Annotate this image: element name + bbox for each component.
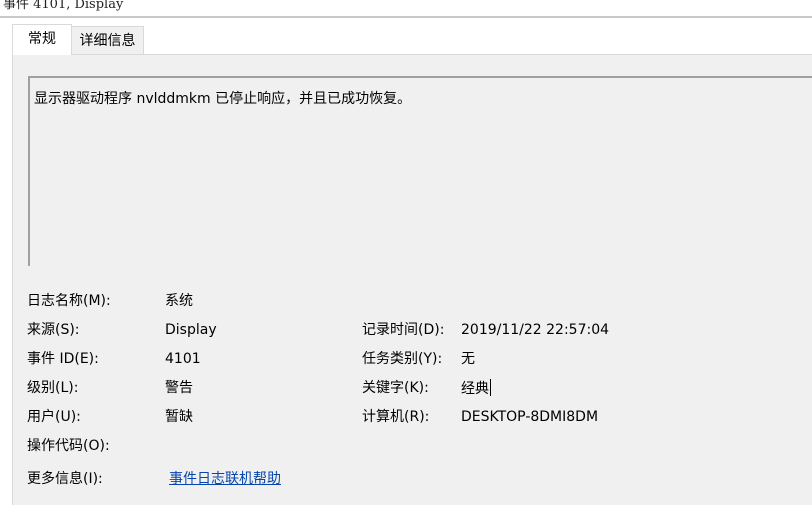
logged-label: 记录时间(D): bbox=[362, 322, 445, 338]
window-title: 事件 4101, Display bbox=[3, 0, 124, 12]
user-label: 用户(U): bbox=[27, 409, 81, 425]
more-info-label: 更多信息(I): bbox=[27, 471, 103, 487]
level-label: 级别(L): bbox=[27, 380, 79, 396]
description-box[interactable]: 显示器驱动程序 nvlddmkm 已停止响应，并且已成功恢复。 bbox=[28, 76, 812, 266]
user-value: 暂缺 bbox=[165, 409, 193, 425]
task-category-value: 无 bbox=[461, 351, 475, 367]
logged-value: 2019/11/22 22:57:04 bbox=[461, 322, 610, 338]
event-id-label: 事件 ID(E): bbox=[27, 351, 99, 367]
source-value: Display bbox=[165, 322, 217, 338]
opcode-label: 操作代码(O): bbox=[27, 438, 110, 454]
log-name-label: 日志名称(M): bbox=[27, 293, 111, 309]
event-log-online-help-link[interactable]: 事件日志联机帮助 bbox=[169, 470, 281, 488]
title-bar: 事件 4101, Display bbox=[0, 0, 812, 18]
text-caret bbox=[490, 379, 491, 396]
keywords-value: 经典 bbox=[461, 381, 489, 397]
tab-general[interactable]: 常规 bbox=[12, 24, 72, 55]
computer-label: 计算机(R): bbox=[362, 409, 430, 425]
level-value: 警告 bbox=[165, 380, 193, 396]
source-label: 来源(S): bbox=[27, 322, 80, 338]
keywords-field[interactable]: 经典 bbox=[461, 379, 491, 398]
tab-details[interactable]: 详细信息 bbox=[72, 26, 144, 54]
log-name-value: 系统 bbox=[165, 293, 193, 309]
keywords-label: 关键字(K): bbox=[362, 380, 429, 396]
task-category-label: 任务类别(Y): bbox=[362, 351, 443, 367]
general-panel: 显示器驱动程序 nvlddmkm 已停止响应，并且已成功恢复。 日志名称(M):… bbox=[12, 54, 812, 505]
tab-strip: 常规 详细信息 bbox=[0, 18, 812, 55]
description-text: 显示器驱动程序 nvlddmkm 已停止响应，并且已成功恢复。 bbox=[34, 91, 412, 107]
event-id-value: 4101 bbox=[165, 351, 201, 367]
computer-value: DESKTOP-8DMI8DM bbox=[461, 409, 599, 425]
event-properties-window: 事件 4101, Display 常规 详细信息 显示器驱动程序 nvlddmk… bbox=[0, 0, 812, 505]
